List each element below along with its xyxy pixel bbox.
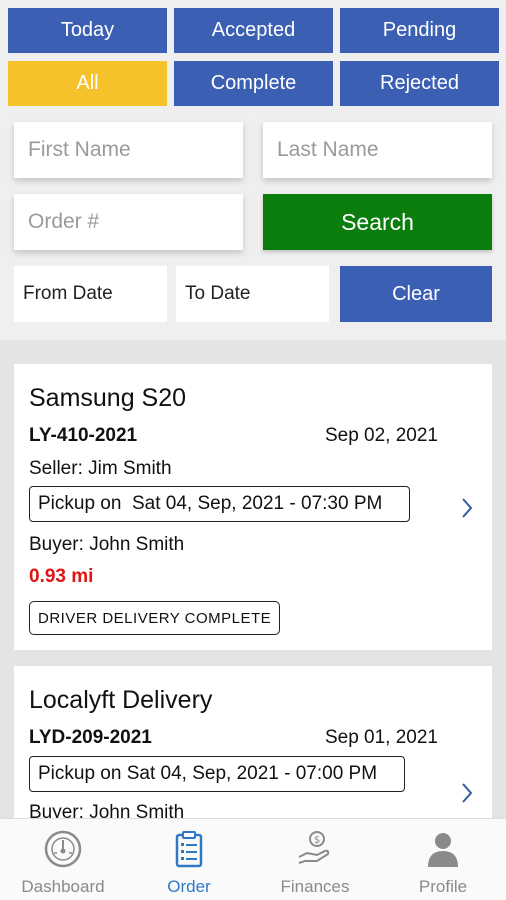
person-icon <box>428 833 458 867</box>
nav-finances[interactable]: $ Finances <box>252 819 378 900</box>
from-date-field[interactable]: From Date <box>14 266 167 322</box>
nav-label: Order <box>167 877 211 896</box>
nav-label: Finances <box>280 877 350 896</box>
tab-accepted[interactable]: Accepted <box>174 8 333 53</box>
order-card[interactable]: Localyft Delivery LYD-209-2021 Sep 01, 2… <box>14 666 492 818</box>
filter-panel: Today Accepted Pending All Complete Reje… <box>0 0 506 340</box>
search-button[interactable]: Search <box>263 194 492 250</box>
tab-pending[interactable]: Pending <box>340 8 499 53</box>
tab-complete[interactable]: Complete <box>174 61 333 106</box>
nav-label: Dashboard <box>21 877 105 896</box>
money-hand-icon: $ <box>298 831 330 864</box>
tab-rejected[interactable]: Rejected <box>340 61 499 106</box>
order-card[interactable]: Samsung S20 LY-410-2021 Sep 02, 2021 Sel… <box>14 364 492 650</box>
gauge-icon <box>44 830 82 868</box>
order-number-input[interactable] <box>28 210 243 234</box>
last-name-input[interactable] <box>277 138 492 162</box>
distance: 0.93 mi <box>29 566 94 587</box>
nav-dashboard[interactable]: Dashboard <box>0 819 126 900</box>
order-date: Sep 02, 2021 <box>324 425 438 446</box>
buyer-name: Buyer: John Smith <box>29 802 185 818</box>
clear-button[interactable]: Clear <box>340 266 492 322</box>
buyer-name: Buyer: John Smith <box>29 534 185 555</box>
order-id: LY-410-2021 <box>29 425 138 446</box>
order-date: Sep 01, 2021 <box>324 727 438 748</box>
chevron-right-icon[interactable] <box>460 497 474 519</box>
first-name-input[interactable] <box>28 138 243 162</box>
nav-profile[interactable]: Profile <box>380 819 506 900</box>
order-title: Localyft Delivery <box>29 686 213 714</box>
last-name-field[interactable] <box>263 122 492 178</box>
tab-all[interactable]: All <box>8 61 167 106</box>
from-date-label: From Date <box>23 283 113 304</box>
clipboard-icon <box>175 831 203 868</box>
order-number-field[interactable] <box>14 194 243 250</box>
to-date-label: To Date <box>185 283 251 304</box>
order-title: Samsung S20 <box>29 384 187 412</box>
pickup-time: Pickup on Sat 04, Sep, 2021 - 07:30 PM <box>29 486 410 522</box>
status-badge: DRIVER DELIVERY COMPLETE <box>29 601 281 635</box>
chevron-right-icon[interactable] <box>460 782 474 804</box>
svg-text:$: $ <box>314 835 320 846</box>
first-name-field[interactable] <box>14 122 243 178</box>
pickup-time: Pickup on Sat 04, Sep, 2021 - 07:00 PM <box>29 756 405 792</box>
order-list[interactable]: Samsung S20 LY-410-2021 Sep 02, 2021 Sel… <box>0 340 506 818</box>
order-id: LYD-209-2021 <box>29 727 152 748</box>
nav-label: Profile <box>418 877 468 896</box>
seller-name: Seller: Jim Smith <box>29 458 172 479</box>
bottom-nav: Dashboard Order $ Finances Profile <box>0 818 506 900</box>
tab-today[interactable]: Today <box>8 8 167 53</box>
nav-order[interactable]: Order <box>126 819 252 900</box>
to-date-field[interactable]: To Date <box>176 266 329 322</box>
